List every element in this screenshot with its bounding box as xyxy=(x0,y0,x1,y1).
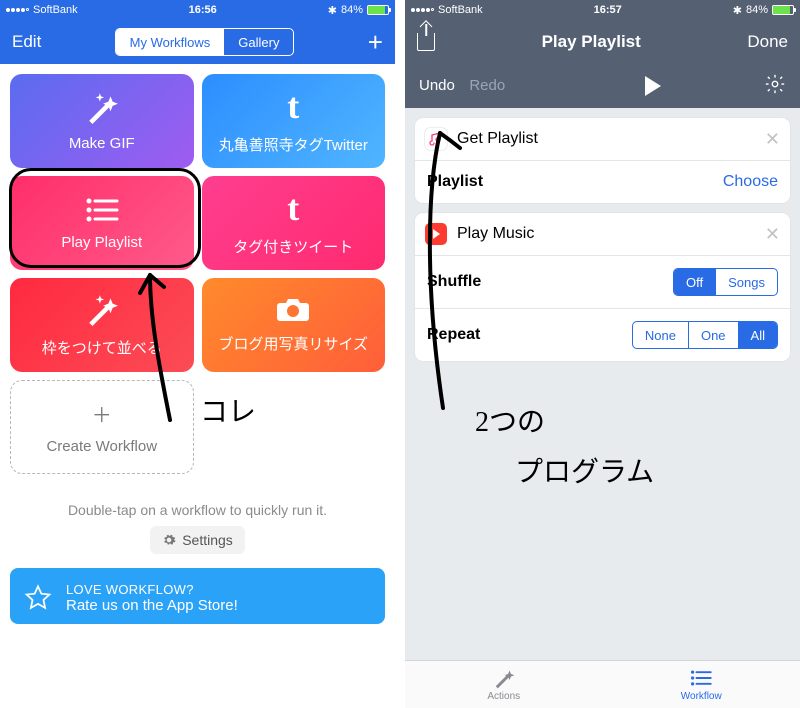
settings-button[interactable]: Settings xyxy=(150,526,245,554)
status-bar: SoftBank 16:57 ✱ 84% xyxy=(405,0,800,20)
nav-bar: Edit My Workflows Gallery + xyxy=(0,20,395,64)
param-label: Repeat xyxy=(427,326,480,344)
wand-icon xyxy=(85,293,119,327)
status-time: 16:56 xyxy=(189,4,217,16)
param-label: Playlist xyxy=(427,173,483,191)
settings-label: Settings xyxy=(182,532,233,548)
editor-toolbar: Undo Redo xyxy=(405,64,800,108)
tile-photo-resize[interactable]: ブログ用写真リサイズ xyxy=(202,278,386,372)
action-title: Play Music xyxy=(457,225,534,243)
tip-text: Double-tap on a workflow to quickly run … xyxy=(0,484,395,526)
status-bar: SoftBank 16:56 ✱ 84% xyxy=(0,0,395,20)
battery-icon xyxy=(367,5,389,15)
tab-workflow[interactable]: Workflow xyxy=(603,661,800,708)
workflow-settings-button[interactable] xyxy=(764,73,786,100)
editor-canvas[interactable]: Get Playlist ✕ Playlist Choose Play Musi… xyxy=(405,108,800,660)
battery-pct: 84% xyxy=(746,4,768,16)
tile-label: 枠をつけて並べる xyxy=(36,337,168,358)
tile-tag-tweet[interactable]: t タグ付きツイート xyxy=(202,176,386,270)
phone-library: SoftBank 16:56 ✱ 84% Edit My Workflows G… xyxy=(0,0,395,708)
segment-my-workflows[interactable]: My Workflows xyxy=(116,29,225,55)
promo-title: LOVE WORKFLOW? xyxy=(66,582,238,597)
phone-editor: SoftBank 16:57 ✱ 84% Play Playlist Done … xyxy=(405,0,800,708)
tile-play-playlist[interactable]: Play Playlist xyxy=(10,176,194,270)
done-button[interactable]: Done xyxy=(747,32,788,52)
tile-label: Make GIF xyxy=(63,135,141,152)
redo-button: Redo xyxy=(469,77,505,94)
param-label: Shuffle xyxy=(427,273,481,291)
repeat-segment: None One All xyxy=(632,321,778,349)
tab-label: Actions xyxy=(487,691,520,702)
battery-icon xyxy=(772,5,794,15)
delete-action-button[interactable]: ✕ xyxy=(765,129,780,150)
camera-icon xyxy=(276,297,310,323)
tab-actions[interactable]: Actions xyxy=(405,661,603,708)
star-icon xyxy=(24,584,52,612)
tumblr-icon: t xyxy=(287,88,299,124)
workflow-grid-scroll[interactable]: Make GIF t 丸亀善照寺タグTwitter Play Playlist … xyxy=(0,64,395,708)
run-button[interactable] xyxy=(645,76,661,96)
signal-icon xyxy=(411,8,434,12)
tile-create-workflow[interactable]: ＋ Create Workflow xyxy=(10,380,194,474)
undo-button[interactable]: Undo xyxy=(419,77,455,94)
promo-card[interactable]: LOVE WORKFLOW? Rate us on the App Store! xyxy=(10,568,385,624)
delete-action-button[interactable]: ✕ xyxy=(765,224,780,245)
tile-frame[interactable]: 枠をつけて並べる xyxy=(10,278,194,372)
repeat-all[interactable]: All xyxy=(738,322,777,348)
music-app-icon xyxy=(425,128,447,150)
nav-bar: Play Playlist Done xyxy=(405,20,800,64)
tumblr-icon: t xyxy=(287,190,299,226)
gear-icon xyxy=(162,533,176,547)
shuffle-off[interactable]: Off xyxy=(674,269,715,295)
segment-gallery[interactable]: Gallery xyxy=(224,29,293,55)
tab-bar: Actions Workflow xyxy=(405,660,800,708)
tile-label: Create Workflow xyxy=(40,438,163,455)
tile-label: ブログ用写真リサイズ xyxy=(212,333,374,354)
bluetooth-icon: ✱ xyxy=(328,4,337,17)
gear-icon xyxy=(764,73,786,95)
wand-icon xyxy=(85,91,119,125)
tile-marugame-twitter[interactable]: t 丸亀善照寺タグTwitter xyxy=(202,74,386,168)
tile-make-gif[interactable]: Make GIF xyxy=(10,74,194,168)
tile-label: 丸亀善照寺タグTwitter xyxy=(213,134,374,155)
shuffle-songs[interactable]: Songs xyxy=(715,269,777,295)
wand-icon xyxy=(493,667,515,689)
signal-icon xyxy=(6,8,29,12)
repeat-none[interactable]: None xyxy=(633,322,688,348)
action-get-playlist[interactable]: Get Playlist ✕ Playlist Choose xyxy=(415,118,790,203)
bluetooth-icon: ✱ xyxy=(733,4,742,17)
list-icon xyxy=(85,196,119,224)
promo-subtitle: Rate us on the App Store! xyxy=(66,597,238,614)
carrier-label: SoftBank xyxy=(33,4,78,16)
add-button[interactable]: + xyxy=(368,29,383,55)
action-title: Get Playlist xyxy=(457,130,538,148)
share-button[interactable] xyxy=(417,33,435,51)
tile-label: Play Playlist xyxy=(55,234,148,251)
page-title: Play Playlist xyxy=(542,32,641,52)
action-play-music[interactable]: Play Music ✕ Shuffle Off Songs Repeat No… xyxy=(415,213,790,361)
shuffle-segment: Off Songs xyxy=(673,268,778,296)
plus-icon: ＋ xyxy=(92,399,112,428)
choose-button[interactable]: Choose xyxy=(723,173,778,191)
edit-button[interactable]: Edit xyxy=(12,32,41,52)
battery-pct: 84% xyxy=(341,4,363,16)
play-app-icon xyxy=(425,223,447,245)
tile-label: タグ付きツイート xyxy=(227,236,359,257)
status-time: 16:57 xyxy=(594,4,622,16)
list-icon xyxy=(690,667,712,689)
tab-label: Workflow xyxy=(681,691,722,702)
carrier-label: SoftBank xyxy=(438,4,483,16)
segmented-control: My Workflows Gallery xyxy=(115,28,295,56)
repeat-one[interactable]: One xyxy=(688,322,738,348)
